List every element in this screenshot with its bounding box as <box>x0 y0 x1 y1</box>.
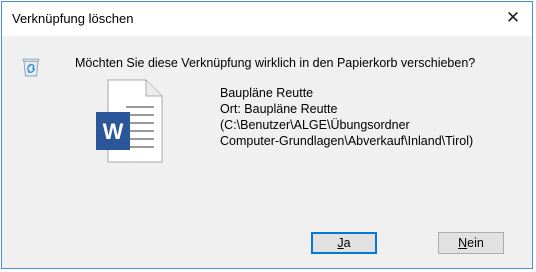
yes-label-rest: a <box>343 236 351 250</box>
no-mnemonic: N <box>458 236 468 250</box>
no-label-rest: ein <box>467 236 484 250</box>
word-icon-letter: W <box>103 119 124 144</box>
confirmation-question: Möchten Sie diese Verknüpfung wirklich i… <box>75 56 476 70</box>
button-bar: Ja Nein <box>2 219 532 268</box>
dialog-title: Verknüpfung löschen <box>12 11 134 26</box>
file-name: Baupläne Reutte <box>220 86 314 100</box>
file-location: Ort: Baupläne Reutte <box>220 102 338 116</box>
file-path-line-1: (C:\Benutzer\ALGE\Übungsordner <box>220 118 410 132</box>
title-bar: Verknüpfung löschen ✕ <box>2 2 532 36</box>
close-icon[interactable]: ✕ <box>500 6 526 30</box>
yes-button[interactable]: Ja <box>311 232 377 254</box>
word-document-icon: W <box>96 79 163 163</box>
recycle-bin-icon <box>22 58 40 77</box>
delete-shortcut-dialog: Verknüpfung löschen ✕ Möchten Sie diese … <box>1 1 533 269</box>
dialog-content: Möchten Sie diese Verknüpfung wirklich i… <box>2 36 532 219</box>
file-path-line-2: Computer-Grundlagen\Abverkauf\Inland\Tir… <box>220 134 474 148</box>
no-button[interactable]: Nein <box>438 232 504 254</box>
file-info: Baupläne Reutte Ort: Baupläne Reutte (C:… <box>220 85 473 149</box>
